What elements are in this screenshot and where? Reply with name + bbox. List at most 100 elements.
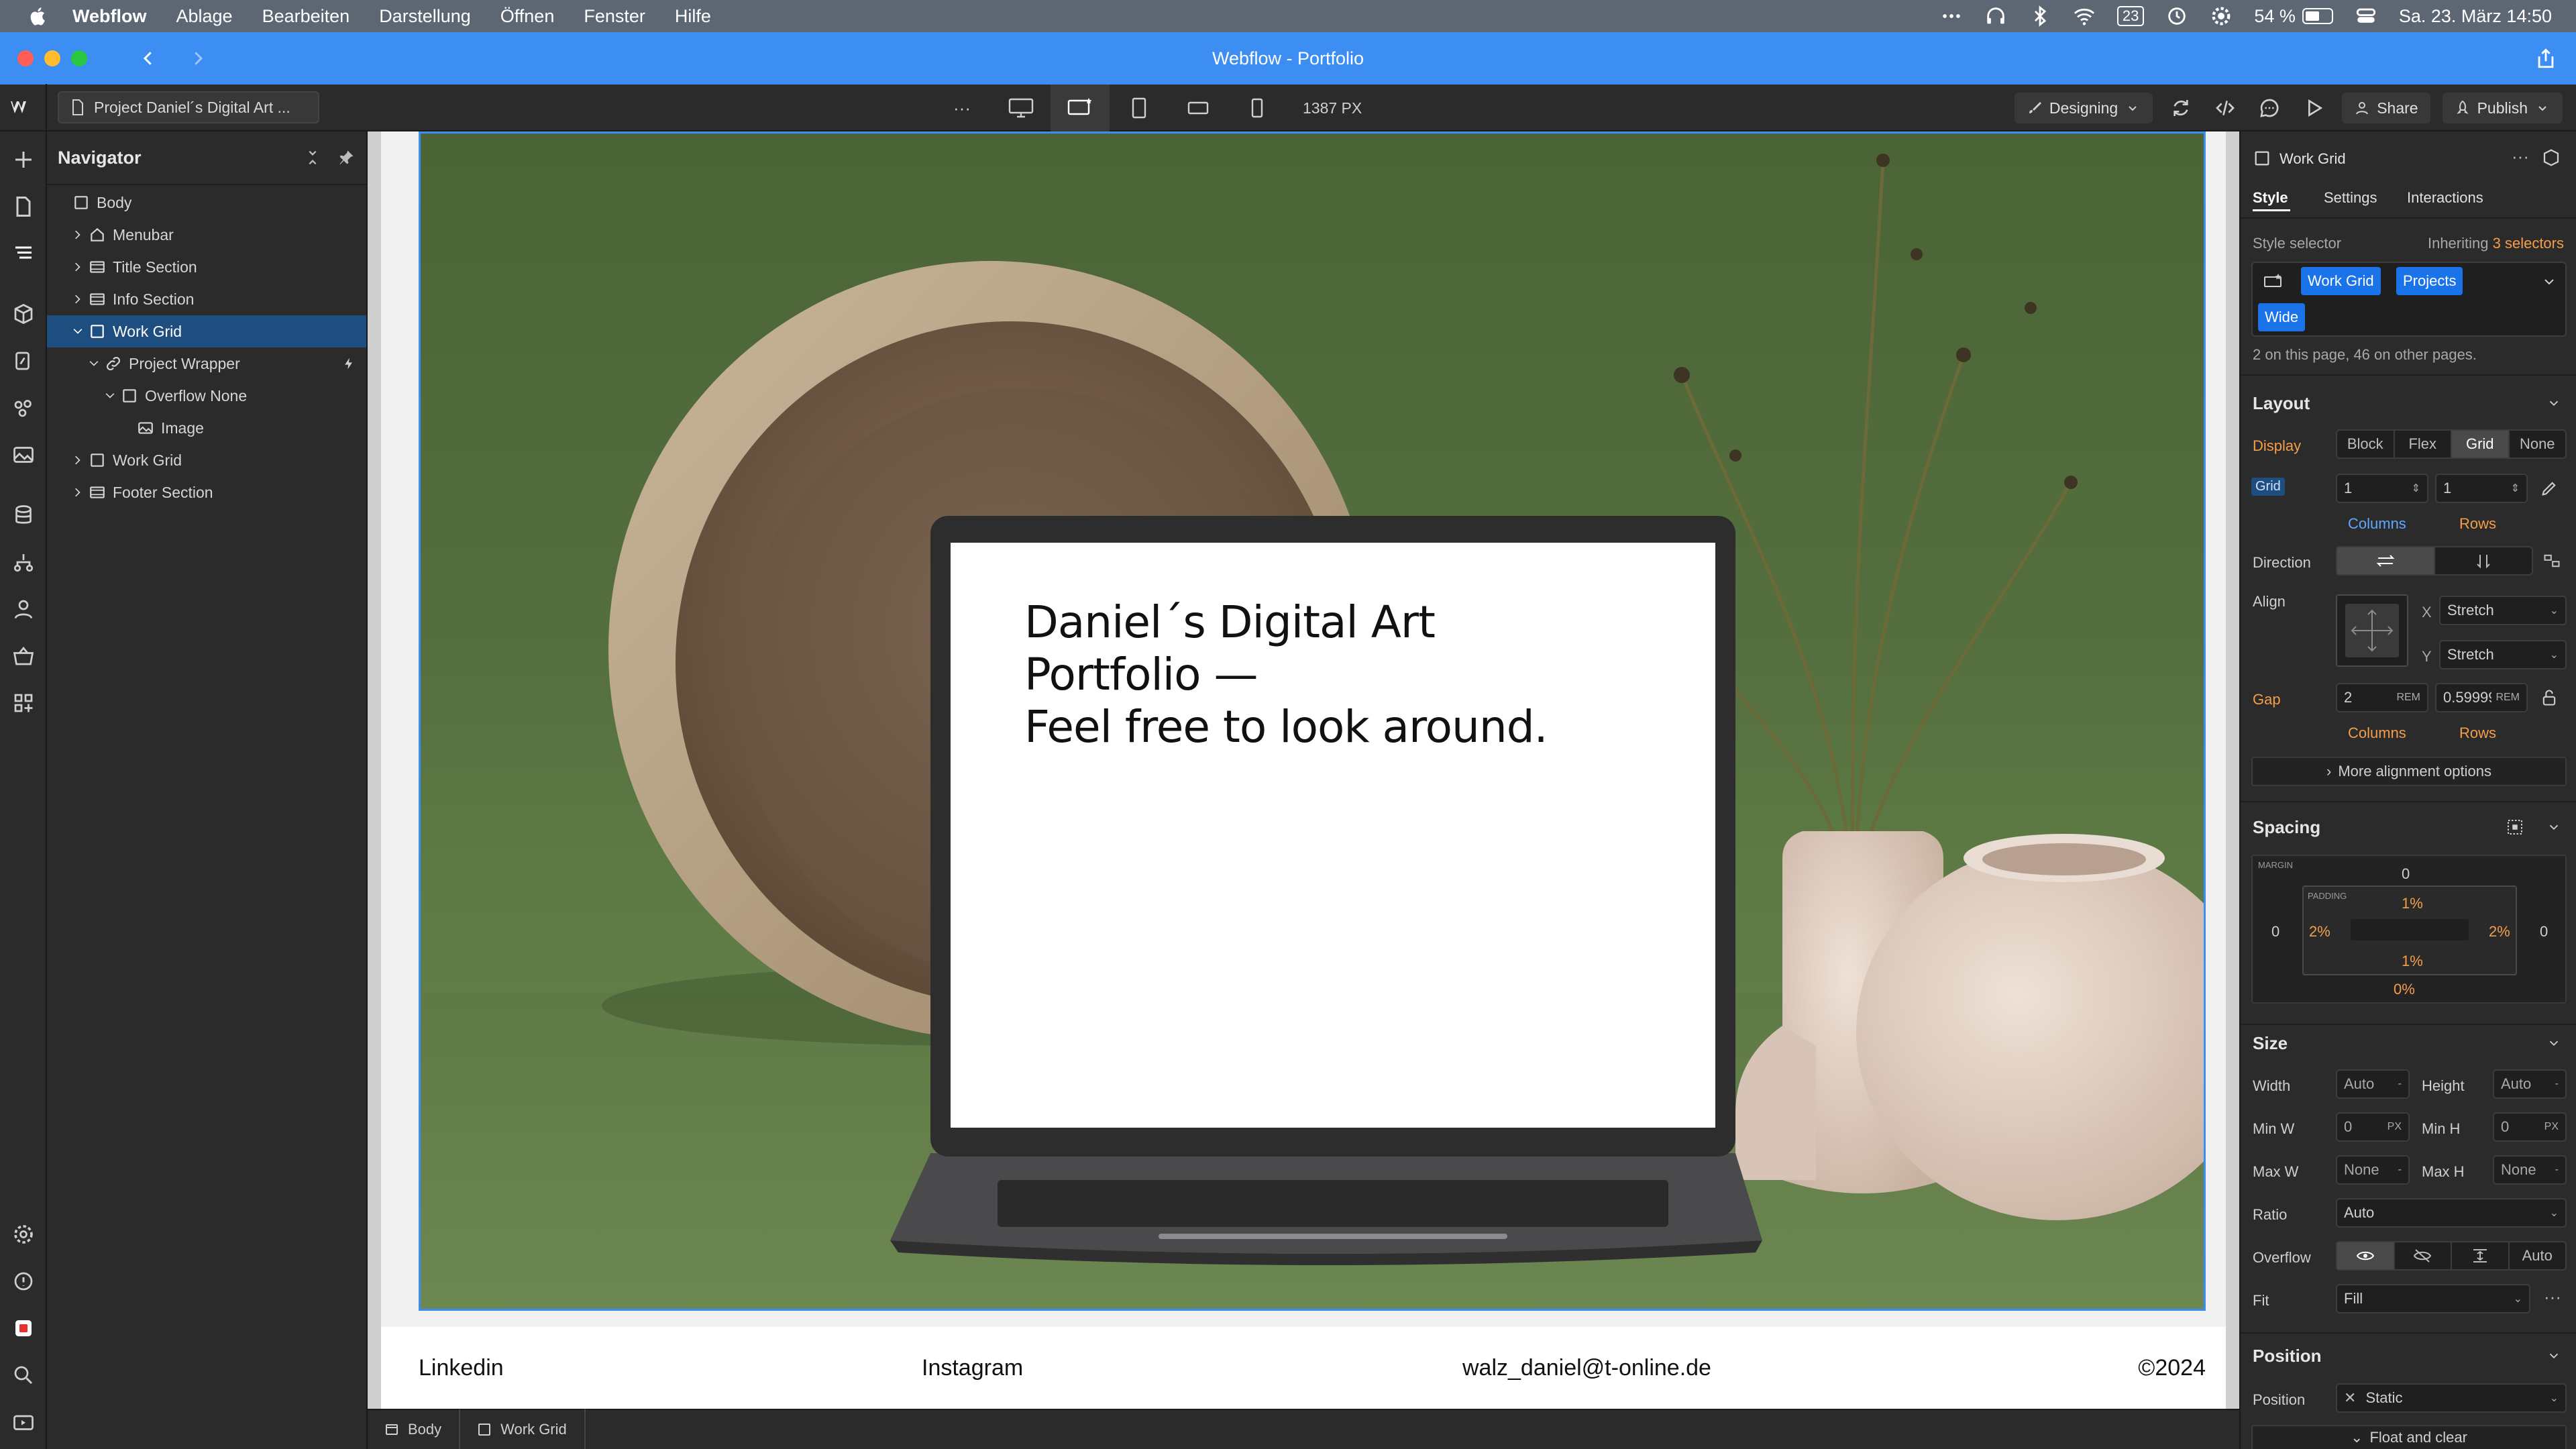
menu-hilfe[interactable]: Hilfe [675,6,711,27]
minimize-window-button[interactable] [44,50,60,66]
headphones-icon[interactable] [1984,5,2007,28]
stepper-icon[interactable]: ⇕ [2511,482,2520,495]
search-tool[interactable] [0,1355,47,1395]
more-breakpoints-button[interactable]: ··· [932,85,991,131]
chevron-right-icon[interactable] [71,228,85,241]
navigator-item-footer-section[interactable]: Footer Section [47,476,366,508]
direction-row-option[interactable] [2337,547,2435,574]
breadcrumb-body[interactable]: Body [368,1409,461,1449]
pages-tool[interactable] [0,186,47,227]
audit-tool[interactable] [0,1261,47,1301]
webflow-logo[interactable] [0,84,47,131]
calendar-badge[interactable]: 23 [2116,6,2145,26]
breadcrumb-work-grid[interactable]: Work Grid [460,1409,586,1449]
help-tool[interactable] [0,1402,47,1442]
navigator-tool[interactable] [0,233,47,274]
max-height-input[interactable]: None - [2493,1155,2567,1185]
min-height-input[interactable]: 0 PX [2493,1112,2567,1142]
close-window-button[interactable] [17,50,34,66]
grid-label[interactable]: Grid [2251,478,2285,496]
float-clear-button[interactable]: ⌄ Float and clear [2251,1425,2567,1449]
tab-settings[interactable]: Settings [2324,189,2377,207]
share-export-icon[interactable] [2534,47,2557,70]
comments-button[interactable] [2253,93,2286,123]
menu-app-webflow[interactable]: Webflow [72,6,147,27]
display-block-option[interactable]: Block [2337,431,2395,458]
navigator-item-info-section[interactable]: Info Section [47,283,366,315]
bluetooth-icon[interactable] [2029,5,2051,28]
project-tab[interactable]: Project Daniel´s Digital Art ... [58,91,319,123]
sync-button[interactable] [2165,93,2197,123]
chevron-down-icon[interactable] [2546,1036,2561,1051]
gap-rows-input[interactable]: 0.59999 REM [2435,683,2528,712]
align-y-select[interactable]: Stretch ⌄ [2439,640,2567,669]
variables-tool[interactable] [0,341,47,381]
breakpoint-desktop-large[interactable] [991,85,1051,131]
record-tool[interactable] [0,1308,47,1348]
code-export-button[interactable] [2209,93,2241,123]
selector-input[interactable]: Work Grid Projects Wide [2251,262,2567,337]
gear-status-icon[interactable] [2210,5,2233,28]
navigator-item-work-grid[interactable]: Work Grid [47,315,366,347]
navigator-item-work-grid[interactable]: Work Grid [47,444,366,476]
clock[interactable]: Sa. 23. März 14:50 [2399,6,2552,27]
chevron-down-icon[interactable] [2546,820,2561,835]
min-height-unit[interactable]: PX [2544,1121,2559,1133]
zoom-window-button[interactable] [71,50,87,66]
margin-top-value[interactable]: 0 [2402,865,2410,883]
back-arrow-icon[interactable] [138,48,158,68]
style-selectors-tool[interactable] [0,388,47,428]
align-x-select[interactable]: Stretch ⌄ [2439,596,2567,625]
navigator-item-title-section[interactable]: Title Section [47,251,366,283]
chevron-right-icon[interactable] [71,260,85,274]
apple-icon[interactable] [27,5,50,28]
overflow-scroll-option[interactable] [2452,1242,2510,1269]
more-dots-icon[interactable] [1940,5,1963,28]
chevron-down-icon[interactable] [2546,1348,2561,1363]
ecommerce-tool[interactable] [0,636,47,676]
breakpoint-desktop-base[interactable] [1051,85,1110,131]
settings-tool[interactable] [0,1214,47,1254]
overflow-hidden-option[interactable] [2395,1242,2452,1269]
battery-status[interactable]: 54 % [2254,6,2333,27]
padding-top-value[interactable]: 1% [2402,895,2423,912]
min-width-input[interactable]: 0 PX [2336,1112,2410,1142]
component-icon[interactable] [2541,148,2561,168]
chevron-down-icon[interactable] [71,325,85,338]
size-section-title[interactable]: Size [2253,1033,2288,1054]
menu-darstellung[interactable]: Darstellung [379,6,471,27]
footer-email-link[interactable]: walz_daniel@t-online.de [1462,1355,1711,1381]
logic-tool[interactable] [0,542,47,582]
add-elements-tool[interactable] [0,140,47,180]
components-tool[interactable] [0,294,47,334]
footer-linkedin-link[interactable]: Linkedin [419,1355,504,1381]
design-canvas[interactable]: Daniel´s Digital Art Portfolio — Feel fr… [368,131,2239,1409]
gap-rows-unit[interactable]: REM [2496,692,2520,704]
control-center-icon[interactable] [2355,5,2377,28]
time-machine-icon[interactable] [2165,5,2188,28]
selector-chip-projects[interactable]: Projects [2396,267,2463,295]
navigator-item-project-wrapper[interactable]: Project Wrapper [47,347,366,380]
gap-columns-input[interactable]: 2 REM [2336,683,2428,712]
display-flex-option[interactable]: Flex [2395,431,2452,458]
menu-bearbeiten[interactable]: Bearbeiten [262,6,350,27]
navigator-item-body[interactable]: Body [47,186,366,219]
fit-more-button[interactable]: ··· [2544,1287,2561,1307]
inheriting-info[interactable]: Inheriting 3 selectors [2428,235,2564,252]
spacing-preset-icon[interactable] [2505,817,2525,837]
edit-grid-icon[interactable] [2540,479,2559,498]
position-section-title[interactable]: Position [2253,1346,2322,1366]
selector-chip-work-grid[interactable]: Work Grid [2301,267,2381,295]
breakpoint-mobile-landscape[interactable] [1169,85,1228,131]
direction-column-option[interactable] [2435,547,2532,574]
unit-dash[interactable]: - [2398,1164,2402,1176]
unlock-icon[interactable] [2540,688,2559,707]
gap-columns-unit[interactable]: REM [2396,692,2420,704]
users-tool[interactable] [0,589,47,629]
chevron-right-icon[interactable] [71,292,85,306]
apps-tool[interactable] [0,683,47,723]
unit-dash[interactable]: - [2398,1078,2402,1090]
chevron-down-icon[interactable] [103,389,117,402]
collapse-icon[interactable] [303,148,322,167]
margin-bottom-value[interactable]: 0% [2394,981,2415,998]
